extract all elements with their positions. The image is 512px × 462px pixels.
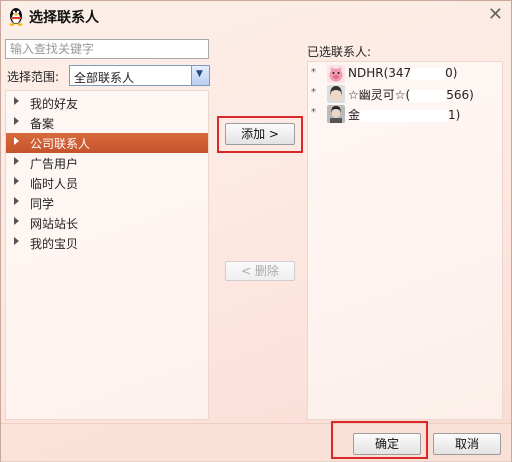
- expand-arrow-icon[interactable]: [14, 237, 19, 245]
- tree-item-label: 备案: [30, 117, 55, 131]
- list-marker: *: [311, 87, 316, 98]
- contact-name: NDHR(347 0): [348, 66, 458, 80]
- contact-name-suffix: 1): [448, 108, 461, 122]
- expand-arrow-icon[interactable]: [14, 117, 19, 125]
- range-dropdown[interactable]: 全部联系人 ▼: [69, 65, 210, 86]
- remove-button[interactable]: < 删除: [225, 261, 295, 281]
- title-bar: 选择联系人 ✕: [1, 1, 511, 31]
- tree-item-temporary-staff[interactable]: 临时人员: [6, 173, 208, 193]
- tree-item-company-contacts[interactable]: 公司联系人: [6, 133, 208, 153]
- chevron-down-icon: ▼: [196, 69, 203, 79]
- contact-name-suffix: 566): [446, 88, 474, 102]
- ok-button[interactable]: 确定: [353, 433, 421, 455]
- contact-name-visible: 金: [348, 108, 361, 122]
- tree-item-classmates[interactable]: 同学: [6, 193, 208, 213]
- girl-avatar-icon: [327, 85, 345, 103]
- tree-item-ad-users[interactable]: 广告用户: [6, 153, 208, 173]
- contact-name: 金 1): [348, 106, 460, 123]
- close-icon[interactable]: ✕: [488, 4, 503, 25]
- select-contacts-dialog: 选择联系人 ✕ 选择范围: 全部联系人 ▼ 我的好友 备案 公司联系人 广告用户…: [0, 0, 512, 462]
- expand-arrow-icon[interactable]: [14, 157, 19, 165]
- tree-item-my-baby[interactable]: 我的宝贝: [6, 233, 208, 253]
- expand-arrow-icon[interactable]: [14, 217, 19, 225]
- contact-name-suffix: 0): [445, 66, 458, 80]
- tree-item-label: 临时人员: [30, 177, 79, 191]
- tree-item-records[interactable]: 备案: [6, 113, 208, 133]
- redaction-block: [411, 67, 446, 80]
- range-selected-value: 全部联系人: [74, 71, 135, 85]
- qq-penguin-icon: [9, 8, 23, 26]
- list-marker: *: [311, 107, 316, 118]
- list-marker: *: [311, 67, 316, 78]
- tree-item-label: 广告用户: [30, 157, 79, 171]
- expand-arrow-icon[interactable]: [14, 197, 19, 205]
- selected-contacts-label: 已选联系人:: [307, 45, 372, 59]
- expand-arrow-icon[interactable]: [14, 137, 19, 145]
- dropdown-button[interactable]: ▼: [191, 66, 209, 85]
- list-item[interactable]: * NDHR(347 0): [308, 64, 502, 84]
- tree-item-label: 我的宝贝: [30, 237, 79, 251]
- tree-item-label: 我的好友: [30, 97, 79, 111]
- tree-item-label: 同学: [30, 197, 55, 211]
- range-label: 选择范围:: [7, 70, 60, 84]
- contact-name-visible: ☆幽灵可☆(: [348, 88, 411, 102]
- tree-item-label: 公司联系人: [30, 137, 91, 151]
- portrait-avatar-icon: [327, 105, 345, 123]
- redaction-block: [360, 109, 449, 122]
- contact-name-visible: NDHR(347: [348, 66, 412, 80]
- expand-arrow-icon[interactable]: [14, 177, 19, 185]
- tree-item-my-friends[interactable]: 我的好友: [6, 93, 208, 113]
- selected-contacts-list: * NDHR(347 0) * ☆幽灵可☆( 566) * 金 1): [307, 61, 503, 420]
- tree-item-webmasters[interactable]: 网站站长: [6, 213, 208, 233]
- expand-arrow-icon[interactable]: [14, 97, 19, 105]
- contact-name: ☆幽灵可☆( 566): [348, 86, 474, 103]
- cancel-button[interactable]: 取消: [433, 433, 501, 455]
- redaction-block: [410, 89, 447, 102]
- list-item[interactable]: * ☆幽灵可☆( 566): [308, 84, 502, 104]
- add-button[interactable]: 添加 >: [225, 123, 295, 145]
- group-tree: 我的好友 备案 公司联系人 广告用户 临时人员 同学 网站站长 我的宝贝: [5, 90, 209, 420]
- search-input[interactable]: [5, 39, 209, 59]
- pig-avatar-icon: [327, 65, 345, 83]
- window-title: 选择联系人: [29, 10, 99, 26]
- tree-item-label: 网站站长: [30, 217, 79, 231]
- list-item[interactable]: * 金 1): [308, 104, 502, 124]
